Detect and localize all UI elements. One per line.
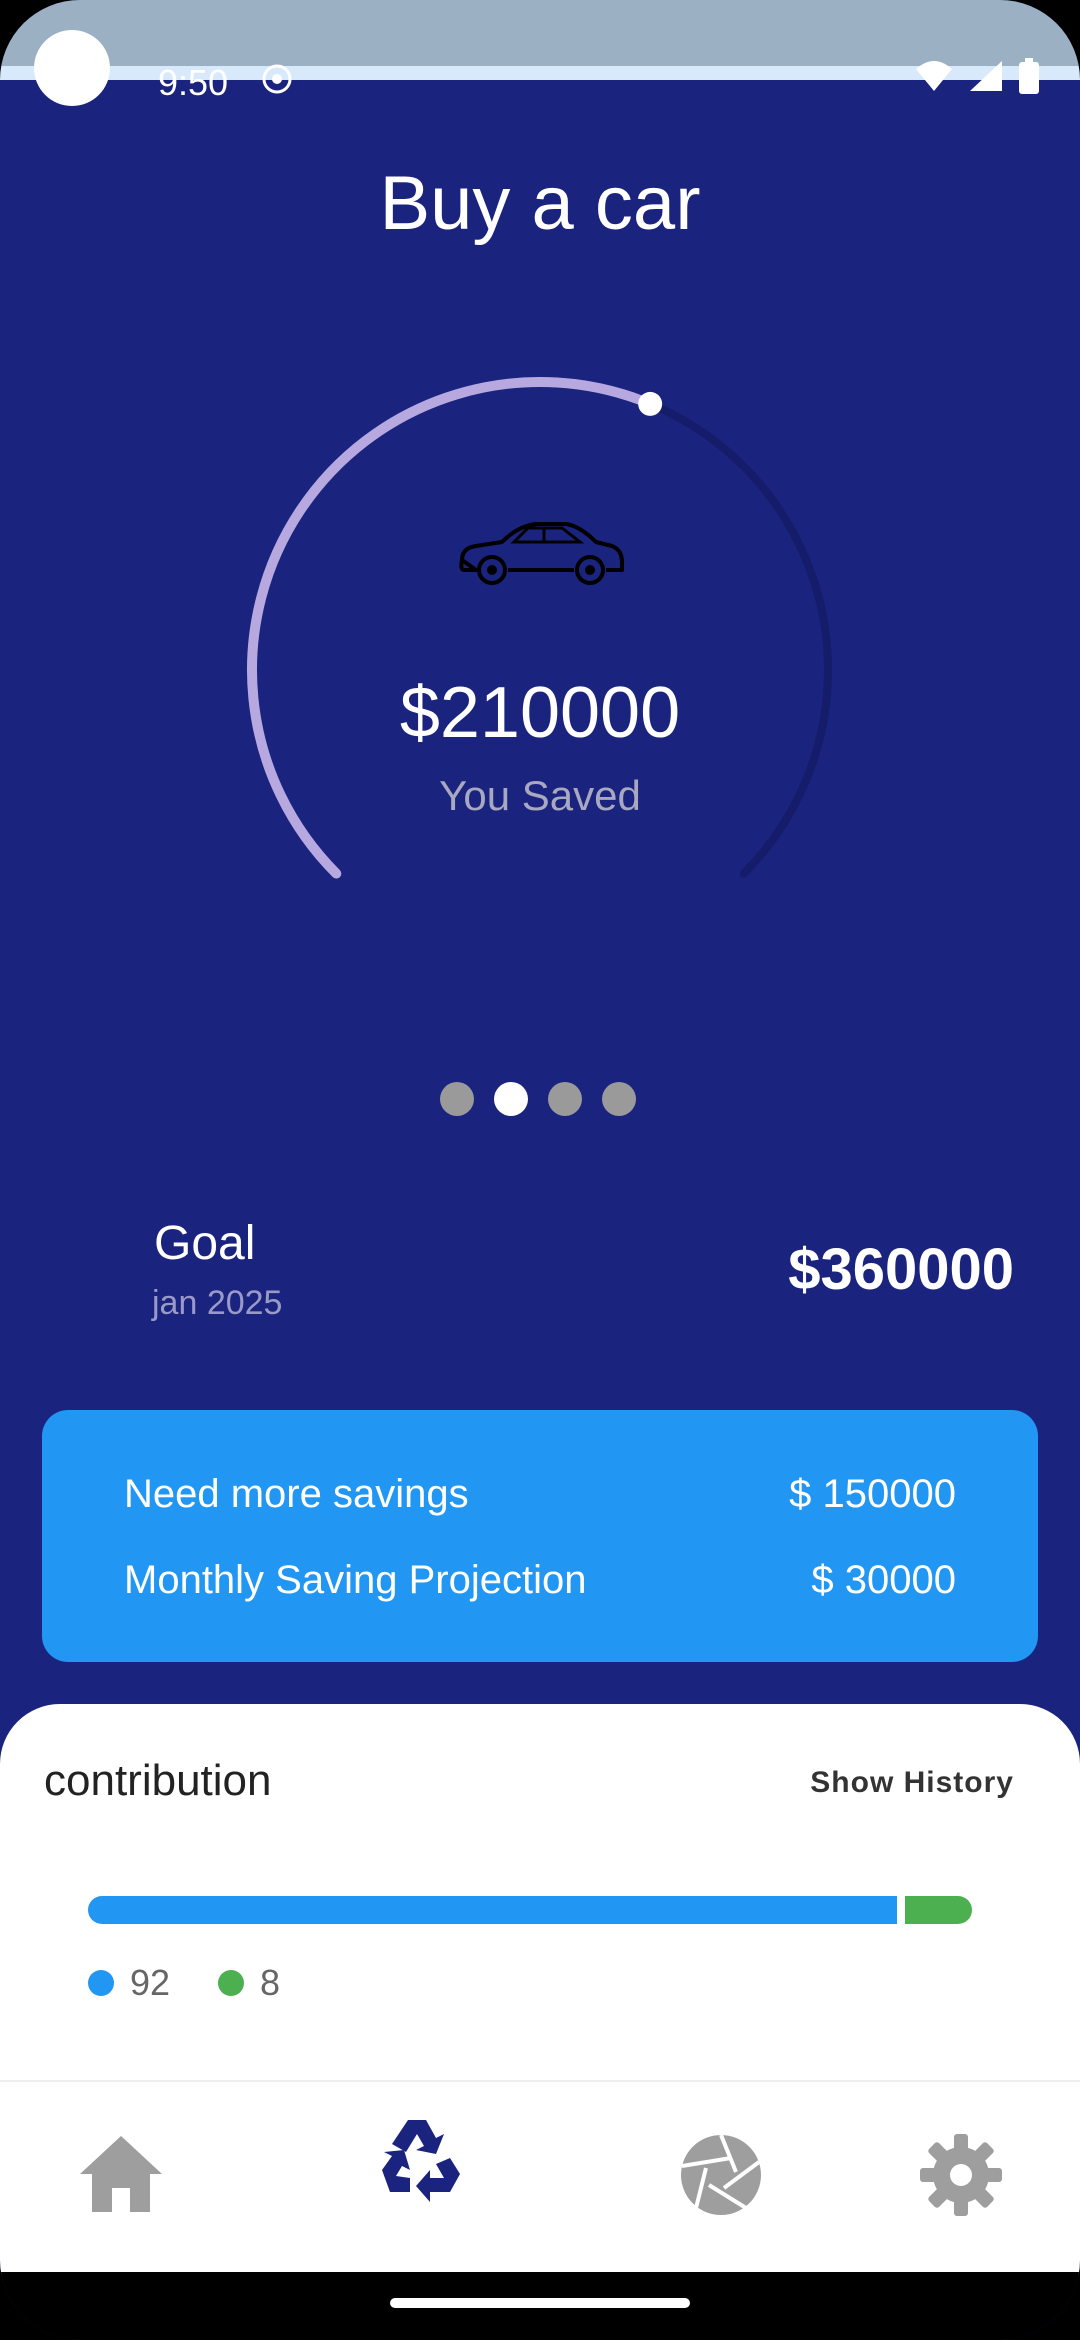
home-indicator[interactable] (390, 2298, 690, 2308)
goal-amount: $360000 (788, 1237, 1014, 1302)
goal-date: jan 2025 (152, 1284, 283, 1322)
goal-label: Goal (154, 1217, 256, 1270)
show-history-button[interactable]: Show History (810, 1766, 1014, 1800)
page-title: Buy a car (379, 161, 701, 246)
need-more-savings-label: Need more savings (124, 1472, 469, 1516)
monthly-projection-row: Monthly Saving Projection $ 30000 (124, 1558, 956, 1603)
front-camera-cutout (34, 30, 110, 106)
legend-item: 92 (88, 1962, 170, 2004)
page-dot[interactable] (602, 1082, 636, 1116)
saved-label: You Saved (439, 772, 641, 819)
saved-amount: $210000 (399, 673, 681, 753)
signal-icon (970, 61, 1002, 91)
status-notification-icon (260, 62, 294, 105)
bottom-navigation (0, 2080, 1080, 2274)
home-icon[interactable] (76, 2130, 166, 2220)
need-more-savings-row: Need more savings $ 150000 (124, 1472, 956, 1517)
contribution-bar-segment-2 (905, 1896, 972, 1924)
battery-icon (1019, 58, 1039, 94)
contribution-panel: contribution Show History 92 8 (0, 1704, 1080, 2084)
legend-value: 92 (130, 1962, 171, 2003)
recycle-icon[interactable] (374, 2112, 464, 2202)
camera-aperture-icon[interactable] (676, 2130, 766, 2220)
savings-progress-ring (247, 377, 832, 879)
savings-summary-card: Need more savings $ 150000 Monthly Savin… (42, 1410, 1038, 1662)
contribution-title: contribution (44, 1756, 272, 1805)
page-indicator (440, 1082, 636, 1116)
contribution-legend: 92 8 (88, 1962, 280, 2004)
monthly-projection-value: $ 30000 (811, 1558, 956, 1602)
contribution-bar-segment-1 (88, 1896, 898, 1924)
gear-icon[interactable] (916, 2130, 1006, 2220)
page-dot[interactable] (548, 1082, 582, 1116)
status-time: 9:50 (158, 62, 229, 103)
contribution-bar (88, 1896, 972, 1924)
car-icon (459, 522, 624, 585)
legend-dot-icon (218, 1970, 245, 1996)
page-dot[interactable] (440, 1082, 474, 1116)
legend-dot-icon (88, 1970, 114, 1996)
legend-value: 8 (260, 1962, 281, 2003)
app-screen: 9:50 Buy a car $210000 You Saved Goal ja… (0, 0, 1080, 2340)
page-dot[interactable] (494, 1082, 528, 1116)
gesture-bar-area (0, 2272, 1080, 2340)
ring-progress-knob[interactable] (638, 391, 663, 416)
wifi-icon (916, 61, 952, 91)
status-icons (914, 58, 1040, 94)
legend-item: 8 (218, 1962, 280, 2004)
top-system-band (0, 0, 1080, 66)
monthly-projection-label: Monthly Saving Projection (124, 1558, 587, 1602)
need-more-savings-value: $ 150000 (789, 1472, 956, 1516)
